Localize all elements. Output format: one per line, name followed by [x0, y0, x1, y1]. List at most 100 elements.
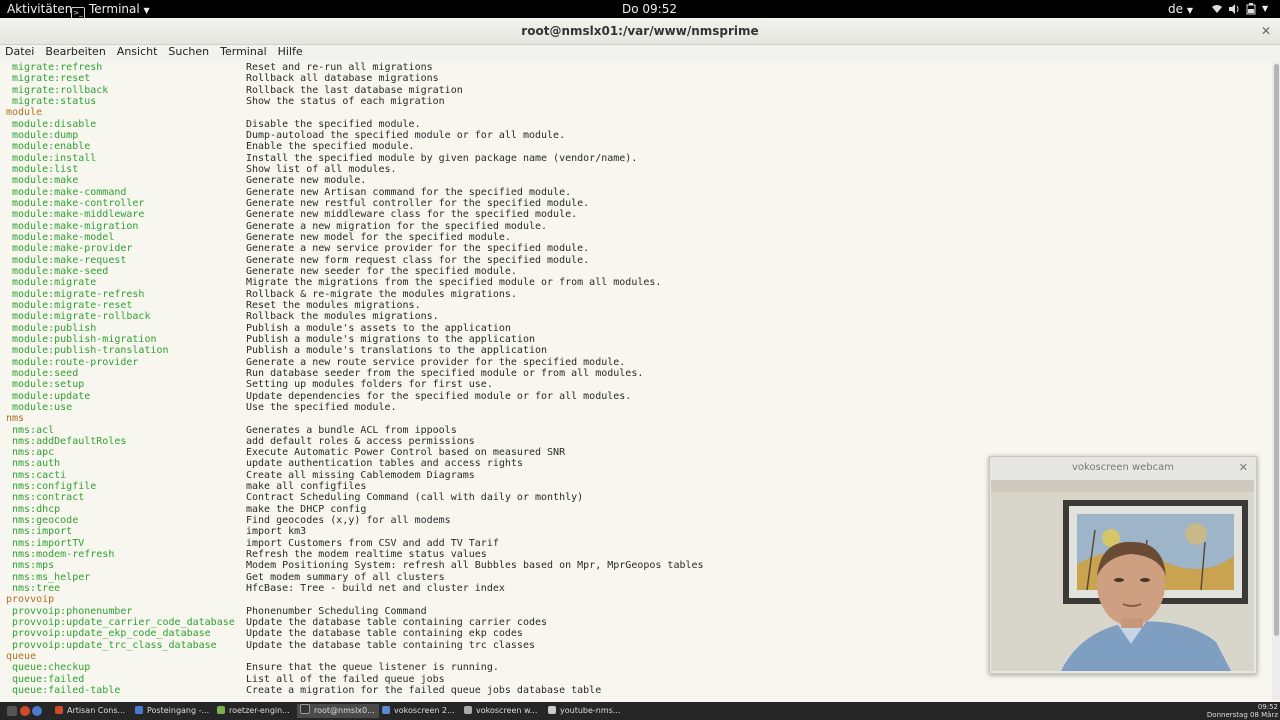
app-menu-label: Terminal	[89, 2, 140, 16]
app-menu[interactable]: >_ Terminal ▼	[71, 0, 150, 20]
command-name: nms:mps	[12, 560, 55, 572]
chevron-down-icon: ▼	[143, 6, 150, 15]
command-description: Update dependencies for the specified mo…	[246, 390, 632, 402]
terminal-line: module:migrate Migrate the migrations fro…	[0, 277, 1272, 288]
window-titlebar: root@nmslx01:/var/www/nmsprime ✕	[0, 18, 1280, 45]
terminal-line: migrate:refresh Reset and re-run all migr…	[0, 62, 1272, 73]
chevron-down-icon: ▼	[1186, 6, 1193, 15]
task-youtube[interactable]: youtube-nms...	[545, 704, 629, 718]
terminal-line: module:publish-migration Publish a module…	[0, 334, 1272, 345]
task-label: Posteingang -...	[147, 706, 210, 715]
command-name: module:make-controller	[12, 197, 145, 209]
task-terminal[interactable]: root@nmslx0...	[297, 704, 379, 718]
command-name: module:migrate-rollback	[12, 311, 151, 323]
terminal-line: module:make-seed Generate new seeder for …	[0, 266, 1272, 277]
command-description: Generate new module.	[246, 175, 367, 187]
command-description: Create all missing Cablemodem Diagrams	[246, 469, 475, 481]
language-indicator[interactable]: de ▼	[1168, 0, 1193, 20]
scrollbar[interactable]	[1272, 62, 1280, 700]
task-label: vokoscreen 2...	[394, 706, 455, 715]
close-icon[interactable]: ✕	[1258, 18, 1274, 44]
volume-icon[interactable]	[1228, 0, 1240, 18]
terminal-line: module:make-controller Generate new restf…	[0, 198, 1272, 209]
start-menu-icon[interactable]	[4, 705, 48, 719]
command-name: nms:importTV	[12, 537, 85, 549]
top-clock[interactable]: Do 09:52	[622, 0, 677, 18]
task-label: roetzer-engin...	[229, 706, 290, 715]
command-description: import km3	[246, 526, 307, 538]
close-icon[interactable]: ✕	[1239, 457, 1248, 479]
command-name: module:publish-translation	[12, 345, 169, 357]
command-name: nms:ms_helper	[12, 571, 91, 583]
language-label: de	[1168, 2, 1183, 16]
battery-icon[interactable]	[1246, 0, 1256, 18]
command-description: Install the specified module by given pa…	[246, 152, 638, 164]
command-name: queue:checkup	[12, 662, 91, 674]
task-posteingang[interactable]: Posteingang -...	[132, 704, 214, 718]
terminal-line: module:enable Enable the specified module…	[0, 141, 1272, 152]
menu-ansicht[interactable]: Ansicht	[112, 45, 164, 59]
terminal-line: module:make-command Generate new Artisan …	[0, 187, 1272, 198]
command-description: Generate a new migration for the specifi…	[246, 220, 548, 232]
command-name: module:dump	[12, 129, 79, 141]
command-description: Modem Positioning System: refresh all Bu…	[246, 560, 704, 572]
terminal-line: migrate:status Show the status of each mi…	[0, 96, 1272, 107]
wifi-icon[interactable]	[1211, 0, 1223, 18]
command-description: Phonenumber Scheduling Command	[246, 605, 427, 617]
command-description: Rollback all database migrations	[246, 73, 439, 85]
menu-bearbeiten[interactable]: Bearbeiten	[40, 45, 111, 59]
command-name: module:install	[12, 152, 97, 164]
command-name: module:make-provider	[12, 243, 133, 255]
command-description: make all configfiles	[246, 481, 367, 493]
command-description: Get modem summary of all clusters	[246, 571, 445, 583]
command-name: module:use	[12, 401, 73, 413]
task-label: root@nmslx0...	[314, 706, 375, 715]
menubar: Datei Bearbeiten Ansicht Suchen Terminal Hilf…	[0, 45, 1280, 62]
command-name: provvoip:update_trc_class_database	[12, 639, 217, 651]
menu-datei[interactable]: Datei	[0, 45, 40, 59]
terminal-line: module:seed Run database seeder from the …	[0, 368, 1272, 379]
command-description: Dump-autoload the specified module or fo…	[246, 129, 566, 141]
system-menu-chevron-icon[interactable]: ▼	[1262, 0, 1268, 18]
terminal-line: module:route-provider Generate a new rout…	[0, 357, 1272, 368]
command-name: nms:geocode	[12, 515, 79, 527]
terminal-group-heading: module	[0, 107, 1272, 118]
webcam-window[interactable]: vokoscreen webcam ✕	[989, 456, 1257, 674]
terminal-line: migrate:reset Rollback all database migra…	[0, 73, 1272, 84]
terminal-line: nms:addDefaultRoles add default roles & a…	[0, 436, 1272, 447]
task-roetzer[interactable]: roetzer-engin...	[214, 704, 298, 718]
command-description: Rollback & re-migrate the modules migrat…	[246, 288, 517, 300]
command-name: provvoip:phonenumber	[12, 605, 133, 617]
command-description: Create a migration for the failed queue …	[246, 685, 602, 697]
terminal-line: module:make Generate new module.	[0, 175, 1272, 186]
command-name: nms:configfile	[12, 481, 97, 493]
group-name: nms	[6, 413, 25, 425]
menu-hilfe[interactable]: Hilfe	[273, 45, 309, 59]
menu-terminal[interactable]: Terminal	[215, 45, 273, 59]
terminal-line: module:migrate-refresh Rollback & re-migr…	[0, 289, 1272, 300]
command-name: module:update	[12, 390, 91, 402]
command-name: migrate:refresh	[12, 62, 103, 73]
scrollbar-thumb[interactable]	[1274, 64, 1279, 636]
command-description: Generate new middleware class for the sp…	[246, 209, 578, 221]
command-description: List all of the failed queue jobs	[246, 673, 445, 685]
vokoscreen-icon	[382, 706, 390, 714]
task-artisan[interactable]: Artisan Cons...	[52, 704, 134, 718]
command-name: module:make-middleware	[12, 209, 145, 221]
taskbar-clock[interactable]: 09:52 Donnerstag 08 März	[1207, 702, 1278, 719]
command-name: module:make-seed	[12, 265, 109, 277]
command-name: queue:failed	[12, 673, 85, 685]
mail-icon	[135, 706, 143, 714]
task-vokoscreen-webcam[interactable]: vokoscreen w...	[461, 704, 545, 718]
command-description: Publish a module's translations to the a…	[246, 345, 548, 357]
command-description: Generates a bundle ACL from ippools	[246, 424, 457, 436]
menu-suchen[interactable]: Suchen	[163, 45, 215, 59]
activities-button[interactable]: Aktivitäten	[7, 0, 72, 18]
terminal-line: module:dump Dump-autoload the specified m…	[0, 130, 1272, 141]
task-vokoscreen[interactable]: vokoscreen 2...	[379, 704, 463, 718]
terminal-line: migrate:rollback Rollback the last databa…	[0, 85, 1272, 96]
terminal-line: module:setup Setting up modules folders f…	[0, 379, 1272, 390]
command-description: Generate new seeder for the specified mo…	[246, 265, 517, 277]
command-name: migrate:reset	[12, 73, 91, 85]
group-name: queue	[6, 651, 37, 663]
